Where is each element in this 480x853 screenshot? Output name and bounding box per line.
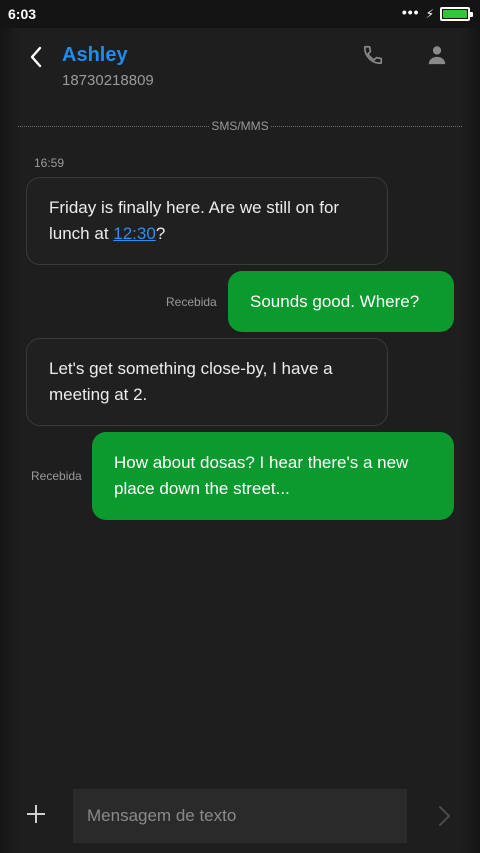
time-link[interactable]: 12:30 [113, 224, 156, 243]
add-attachment-button[interactable] [24, 802, 48, 826]
message-text-part: ? [155, 224, 166, 243]
incoming-message-bubble[interactable]: Let's get something close-by, I have a m… [26, 338, 388, 426]
message-text-part: Friday is finally here. Are we still on … [49, 198, 340, 243]
contact-profile-button[interactable] [426, 44, 448, 66]
channel-divider: SMS/MMS [18, 118, 462, 134]
divider-line-left [18, 125, 210, 127]
battery-level-fill [443, 10, 467, 18]
phone-icon [363, 45, 383, 65]
delivery-status: Recebida [166, 295, 217, 309]
back-button[interactable] [26, 44, 46, 70]
send-button[interactable] [436, 804, 452, 828]
message-text: Friday is finally here. Are we still on … [49, 195, 365, 247]
status-indicators: ••• ⚡ [401, 4, 473, 21]
incoming-message-bubble[interactable]: Friday is finally here. Are we still on … [26, 177, 388, 265]
message-text: Let's get something close-by, I have a m… [49, 359, 333, 404]
divider-line-right [270, 125, 462, 127]
channel-label: SMS/MMS [211, 119, 269, 133]
status-time: 6:03 [8, 6, 37, 22]
outgoing-message-bubble[interactable]: Sounds good. Where? [228, 271, 454, 332]
messaging-screen: 6:03 ••• ⚡ Ashley 18730218809 SMS/MMS 16… [0, 0, 480, 853]
status-bar: 6:03 ••• ⚡ [0, 0, 480, 28]
call-button[interactable] [362, 44, 384, 66]
message-timestamp: 16:59 [34, 156, 65, 170]
person-icon [428, 46, 446, 65]
delivery-status: Recebida [31, 469, 82, 483]
outgoing-message-bubble[interactable]: How about dosas? I hear there's a new pl… [92, 432, 454, 520]
charging-icon: ⚡ [425, 7, 434, 21]
chevron-left-icon [30, 46, 42, 68]
conversation-header: Ashley 18730218809 [0, 28, 480, 110]
plus-icon [27, 805, 45, 823]
contact-number: 18730218809 [62, 72, 154, 89]
message-text: How about dosas? I hear there's a new pl… [114, 453, 409, 498]
battery-icon [440, 7, 473, 21]
chevron-right-icon [439, 806, 450, 826]
contact-name[interactable]: Ashley [62, 44, 128, 67]
message-text: Sounds good. Where? [250, 291, 420, 311]
message-input[interactable] [73, 789, 407, 843]
more-notifications-icon: ••• [401, 4, 420, 20]
